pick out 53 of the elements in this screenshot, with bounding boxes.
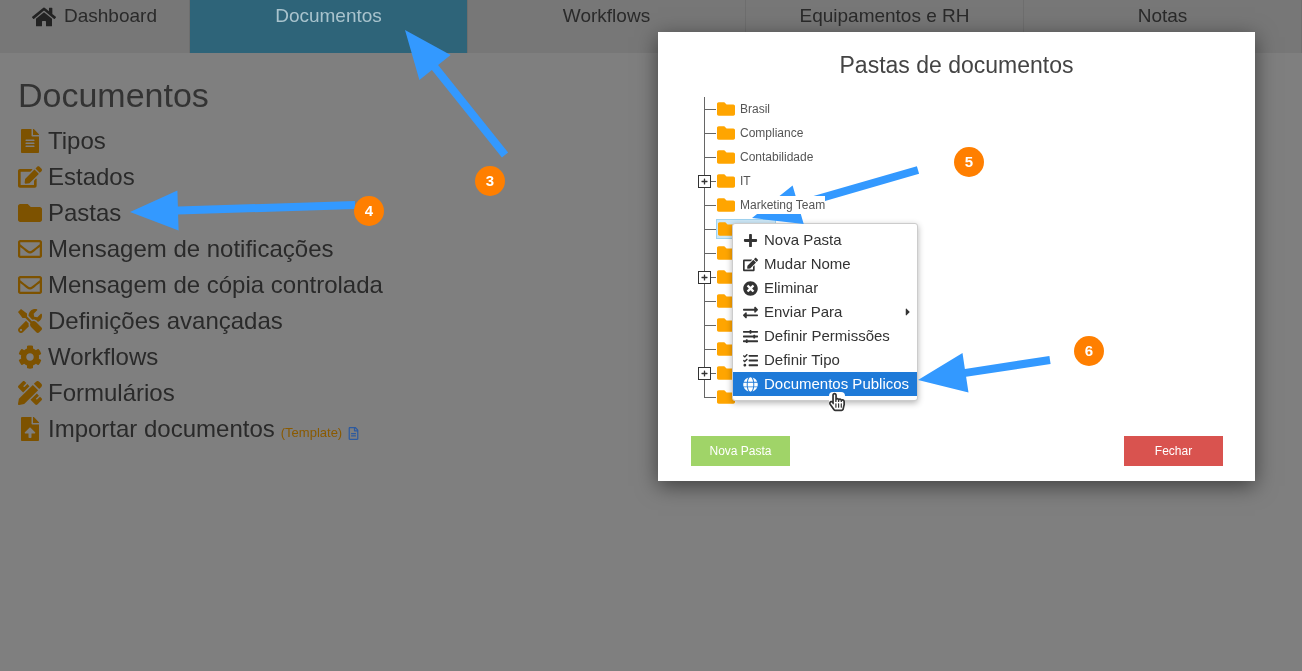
gear-icon	[18, 345, 42, 369]
delete-icon	[743, 280, 758, 296]
plus-icon	[701, 177, 708, 185]
section-title: Documentos	[18, 75, 209, 115]
globe-icon	[743, 376, 758, 392]
sidebar-link[interactable]: Formulários	[18, 375, 175, 411]
sidebar-link[interactable]: Workflows	[18, 339, 159, 375]
sidebar-link[interactable]: Tipos	[18, 123, 106, 159]
step-badge: 3	[475, 166, 505, 196]
edit-icon	[18, 165, 42, 189]
envelope-icon	[18, 273, 42, 297]
checklist-icon	[743, 352, 758, 368]
folder-icon	[716, 147, 736, 166]
tree-node[interactable]: IT	[716, 170, 757, 191]
folder-icon	[716, 387, 736, 406]
expand-toggle[interactable]	[698, 366, 711, 380]
plus-icon	[743, 232, 758, 248]
folder-icon	[716, 123, 736, 142]
plus-icon	[701, 273, 708, 281]
folder-icon	[716, 195, 736, 214]
exchange-icon	[743, 304, 758, 320]
tools-icon	[18, 309, 42, 333]
step-badge: 4	[354, 196, 384, 226]
sidebar-link[interactable]: Mensagem de notificações	[18, 231, 334, 267]
file-upload-icon	[18, 417, 42, 441]
folder-icon	[716, 99, 736, 118]
sidebar-link[interactable]: Pastas	[18, 195, 122, 231]
plus-icon	[701, 369, 708, 377]
tree-node[interactable]: Brasil	[716, 98, 776, 119]
sidebar-link[interactable]: Mensagem de cópia controlada	[18, 267, 383, 303]
menu-item[interactable]: Eliminar	[733, 276, 917, 300]
menu-item[interactable]: Definir Permissões	[733, 324, 917, 348]
expand-toggle[interactable]	[698, 270, 711, 284]
expand-toggle[interactable]	[698, 174, 711, 188]
folder-icon	[716, 171, 736, 190]
menu-item[interactable]: Definir Tipo	[733, 348, 917, 372]
pencil-ruler-icon	[18, 381, 42, 405]
document-icon	[18, 129, 42, 153]
sidebar-link[interactable]: Definições avançadas	[18, 303, 283, 339]
dialog-button[interactable]: Fechar	[1124, 436, 1223, 466]
home-icon	[32, 5, 56, 29]
menu-item[interactable]: Nova Pasta	[733, 228, 917, 252]
menu-item[interactable]: Enviar Para	[733, 300, 917, 324]
file-icon[interactable]	[348, 426, 360, 440]
nav-tab[interactable]: Documentos	[190, 0, 468, 53]
dialog-title: Pastas de documentos	[839, 51, 1074, 80]
edit-icon	[743, 256, 758, 272]
envelope-icon	[18, 237, 42, 261]
sidebar-link[interactable]: Importar documentos (Template)	[18, 411, 360, 447]
sliders-icon	[743, 328, 758, 344]
folder-icon	[18, 201, 42, 225]
menu-item[interactable]: Mudar Nome	[733, 252, 917, 276]
sidebar-link[interactable]: Estados	[18, 159, 135, 195]
